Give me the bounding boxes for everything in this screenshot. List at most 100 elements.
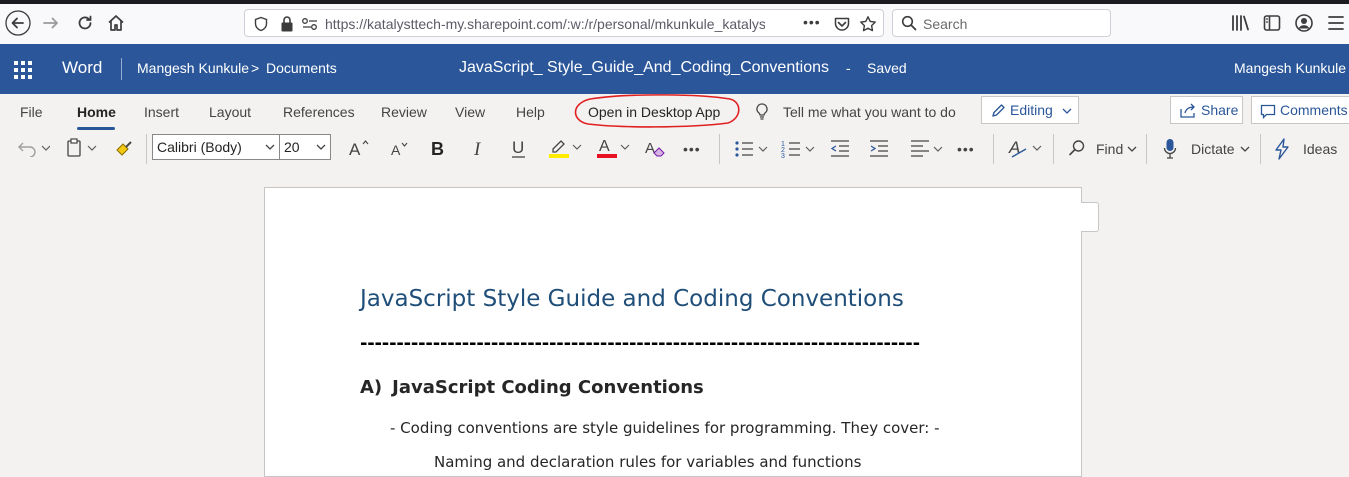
browser-toolbar: https://katalysttech-my.sharepoint.com/:… xyxy=(0,0,1349,45)
lightbulb-icon xyxy=(756,103,768,120)
font-size-dropdown[interactable]: 20 xyxy=(279,134,331,160)
find-search-icon[interactable] xyxy=(1068,139,1086,157)
editing-label: Editing xyxy=(1010,102,1053,118)
library-icon[interactable] xyxy=(1230,14,1250,32)
ideas-lightning-icon[interactable] xyxy=(1274,138,1290,160)
paragraph[interactable]: - Coding conventions are style guideline… xyxy=(390,419,940,437)
more-paragraph-options-icon[interactable]: ••• xyxy=(957,136,975,162)
lock-icon xyxy=(281,16,293,32)
svg-text:A: A xyxy=(349,140,361,158)
toolbar-separator xyxy=(1260,134,1261,164)
tab-file[interactable]: File xyxy=(20,104,43,120)
paste-icon[interactable] xyxy=(66,138,102,158)
ideas-button[interactable]: Ideas xyxy=(1303,136,1337,162)
format-painter-icon[interactable] xyxy=(113,138,135,158)
font-name-dropdown[interactable]: Calibri (Body) xyxy=(152,134,280,160)
back-button[interactable] xyxy=(3,9,33,37)
document-divider-line[interactable]: ----------------------------------------… xyxy=(360,333,920,354)
tab-layout[interactable]: Layout xyxy=(209,104,251,120)
dictate-button[interactable]: Dictate xyxy=(1191,136,1235,162)
chevron-down-icon xyxy=(1062,108,1072,114)
more-font-options-icon[interactable]: ••• xyxy=(683,136,701,162)
svg-text:B: B xyxy=(431,139,444,159)
tab-references[interactable]: References xyxy=(283,104,355,120)
share-button[interactable]: Share xyxy=(1170,96,1243,124)
app-name[interactable]: Word xyxy=(62,58,102,78)
chevron-down-icon xyxy=(316,144,326,150)
italic-icon[interactable]: I xyxy=(471,139,487,159)
home-icon xyxy=(108,15,124,31)
url-text: https://katalysttech-my.sharepoint.com/:… xyxy=(325,16,765,32)
editing-mode-button[interactable]: Editing xyxy=(981,96,1079,124)
search-icon xyxy=(901,15,917,31)
underline-icon[interactable]: U xyxy=(510,138,528,160)
grow-font-icon[interactable]: A xyxy=(348,138,370,158)
reload-icon xyxy=(78,15,92,30)
search-bar[interactable]: Search xyxy=(892,9,1111,37)
undo-icon[interactable] xyxy=(16,139,50,157)
tab-help[interactable]: Help xyxy=(516,104,545,120)
comment-icon xyxy=(1260,104,1276,119)
document-title[interactable]: JavaScript_ Style_Guide_And_Coding_Conve… xyxy=(459,59,829,77)
increase-indent-icon[interactable] xyxy=(868,138,890,160)
toolbar-separator xyxy=(993,134,994,164)
svg-text:U: U xyxy=(512,138,524,157)
tab-view[interactable]: View xyxy=(455,104,485,120)
user-name[interactable]: Mangesh Kunkule xyxy=(1234,60,1346,76)
svg-text:I: I xyxy=(473,139,482,159)
app-launcher-icon[interactable] xyxy=(14,61,32,79)
section-heading[interactable]: A) JavaScript Coding Conventions xyxy=(360,377,704,398)
numbering-icon[interactable]: 123 xyxy=(781,138,817,160)
forward-arrow-icon xyxy=(43,17,58,29)
page-actions-icon[interactable]: ••• xyxy=(803,14,821,30)
font-name-value: Calibri (Body) xyxy=(157,139,242,155)
chevron-down-icon[interactable] xyxy=(1127,145,1137,153)
find-button[interactable]: Find xyxy=(1096,136,1123,162)
chevron-down-icon xyxy=(265,144,275,150)
breadcrumb-folder[interactable]: Documents xyxy=(266,60,337,76)
tab-insert[interactable]: Insert xyxy=(144,104,179,120)
home-button[interactable] xyxy=(101,9,131,37)
shrink-font-icon[interactable]: A xyxy=(390,140,412,160)
bookmark-star-icon[interactable] xyxy=(859,15,877,33)
sidebar-icon[interactable] xyxy=(1263,14,1281,32)
document-heading-title[interactable]: JavaScript Style Guide and Coding Conven… xyxy=(360,286,904,312)
active-tab-indicator xyxy=(77,127,115,130)
microphone-icon[interactable] xyxy=(1163,138,1177,160)
paragraph-align-icon[interactable] xyxy=(909,138,945,160)
account-icon[interactable] xyxy=(1294,13,1314,33)
tell-me-search[interactable]: Tell me what you want to do xyxy=(783,104,956,120)
back-arrow-icon xyxy=(5,10,31,36)
word-header: Word Mangesh Kunkule > Documents JavaScr… xyxy=(0,44,1349,94)
breadcrumb-owner[interactable]: Mangesh Kunkule xyxy=(137,60,249,76)
bullets-icon[interactable] xyxy=(734,138,770,160)
reload-button[interactable] xyxy=(70,9,100,37)
tab-review[interactable]: Review xyxy=(381,104,427,120)
chevron-down-icon[interactable] xyxy=(1240,145,1250,153)
forward-button[interactable] xyxy=(36,9,66,37)
svg-text:A: A xyxy=(391,142,401,158)
styles-icon[interactable]: A xyxy=(1008,137,1044,161)
toolbar-separator xyxy=(146,134,147,164)
address-bar[interactable]: https://katalysttech-my.sharepoint.com/:… xyxy=(244,9,884,37)
share-icon xyxy=(1180,103,1195,118)
menu-icon[interactable] xyxy=(1326,14,1346,32)
toolbar-separator xyxy=(1146,134,1147,164)
shield-icon xyxy=(254,16,268,32)
clear-formatting-icon[interactable]: A xyxy=(644,138,668,160)
tab-home[interactable]: Home xyxy=(77,104,116,120)
comments-button[interactable]: Comments xyxy=(1251,96,1349,124)
breadcrumb-separator: > xyxy=(251,60,260,76)
comments-label: Comments xyxy=(1280,102,1348,118)
page-side-marker xyxy=(1081,202,1099,232)
status-separator: - xyxy=(846,60,851,76)
highlight-icon[interactable] xyxy=(548,136,584,160)
section-heading-text: JavaScript Coding Conventions xyxy=(392,377,704,398)
red-annotation-circle xyxy=(574,94,740,128)
bold-icon[interactable]: B xyxy=(430,139,446,159)
font-color-icon[interactable]: A xyxy=(596,136,632,160)
pocket-icon[interactable] xyxy=(833,15,851,33)
decrease-indent-icon[interactable] xyxy=(829,138,851,160)
svg-text:A: A xyxy=(645,140,655,157)
list-item-text[interactable]: Naming and declaration rules for variabl… xyxy=(434,453,861,471)
